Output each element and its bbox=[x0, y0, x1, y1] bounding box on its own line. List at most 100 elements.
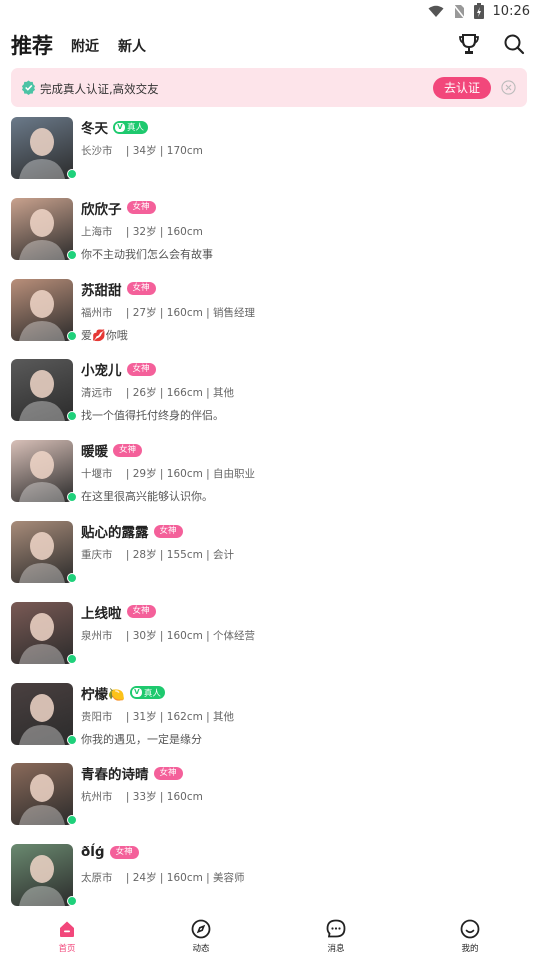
user-bio: 找一个值得托付终身的伴侣。 bbox=[81, 409, 224, 423]
user-avatar[interactable] bbox=[11, 844, 73, 907]
home-icon bbox=[60, 921, 74, 937]
user-avatar[interactable] bbox=[11, 682, 73, 745]
user-info: 太原市 | 24岁 | 160cm | 美容师 bbox=[81, 872, 245, 885]
user-bio: 在这里很高兴能够认识你。 bbox=[81, 490, 213, 504]
verified-v-icon: V bbox=[115, 122, 125, 132]
user-row[interactable]: 苏甜甜 女神福州市 | 27岁 | 160cm | 销售经理 爱💋你哦 bbox=[0, 278, 538, 358]
user-avatar[interactable] bbox=[11, 601, 73, 664]
user-row[interactable]: 上线啦 女神泉州市 | 30岁 | 160cm | 个体经营 bbox=[0, 601, 538, 681]
name-line: 柠檬🍋 V 真人 bbox=[81, 683, 165, 703]
user-avatar[interactable] bbox=[11, 521, 73, 583]
user-info: 长沙市 | 34岁 | 170cm bbox=[81, 145, 203, 157]
user-bio: 你我的遇见，一定是缘分 bbox=[81, 732, 202, 746]
user-avatar[interactable] bbox=[11, 197, 73, 260]
name-line: 冬天 V 真人 bbox=[81, 117, 149, 137]
goddess-badge: 女神 bbox=[126, 362, 156, 376]
real-badge-label: 真人 bbox=[143, 688, 161, 699]
user-name: 青春的诗晴 bbox=[81, 767, 149, 784]
user-avatar[interactable] bbox=[11, 763, 73, 826]
verified-v-icon: V bbox=[131, 688, 142, 698]
user-avatar[interactable] bbox=[11, 117, 73, 179]
user-avatar[interactable] bbox=[11, 278, 73, 341]
goddess-badge: 女神 bbox=[153, 524, 183, 538]
user-row[interactable]: 暖暖 女神十堰市 | 29岁 | 160cm | 自由职业 在这里很高兴能够认识你。 bbox=[0, 439, 538, 519]
name-line: 贴心的露露 女神 bbox=[81, 521, 183, 541]
user-row[interactable]: 贴心的露露 女神重庆市 | 28岁 | 155cm | 会计 bbox=[0, 520, 538, 600]
name-line: 上线啦 女神 bbox=[81, 602, 156, 622]
nav-messages[interactable]: 消息 bbox=[306, 919, 366, 954]
search-icon[interactable] bbox=[502, 32, 526, 56]
online-status-dot bbox=[67, 249, 77, 260]
user-name: 冬天 bbox=[81, 121, 108, 137]
user-avatar[interactable] bbox=[11, 440, 73, 503]
user-info: 清远市 | 26岁 | 166cm | 其他 bbox=[81, 387, 235, 400]
user-name: 柠檬🍋 bbox=[81, 686, 125, 703]
user-bio: 你不主动我们怎么会有故事 bbox=[81, 247, 213, 261]
nav-home[interactable]: 首页 bbox=[37, 919, 97, 954]
online-status-dot bbox=[67, 896, 77, 907]
verified-badge-icon bbox=[21, 80, 36, 95]
user-row[interactable]: 欣欣子 女神 上海市 | 32岁 | 160cm 你不主动我们怎么会有故事 bbox=[0, 197, 538, 277]
user-avatar[interactable] bbox=[11, 359, 73, 422]
name-line: 暖暖 女神 bbox=[81, 440, 143, 461]
name-line: 青春的诗晴 女神 bbox=[81, 763, 183, 783]
goddess-badge: 女神 bbox=[126, 282, 156, 296]
user-row[interactable]: 冬天 V 真人长沙市 | 34岁 | 170cm bbox=[0, 116, 538, 196]
smiley-icon bbox=[460, 919, 480, 939]
wifi-icon bbox=[428, 5, 444, 17]
user-info: 杭州市 | 33岁 | 160cm bbox=[81, 791, 203, 804]
user-name: 贴心的露露 bbox=[81, 525, 149, 541]
tab-recommend[interactable]: 推荐 bbox=[11, 30, 53, 60]
chat-bubble-icon bbox=[326, 919, 346, 938]
status-bar: 10:26 bbox=[0, 0, 538, 24]
user-row[interactable]: 小宠儿 女神清远市 | 26岁 | 166cm | 其他 找一个值得托付终身的伴侣。 bbox=[0, 358, 538, 438]
user-info: 十堰市 | 29岁 | 160cm | 自由职业 bbox=[81, 468, 256, 481]
user-info: 泉州市 | 30岁 | 160cm | 个体经营 bbox=[81, 629, 256, 642]
online-status-dot bbox=[67, 330, 77, 341]
nav-me[interactable]: 我的 bbox=[440, 919, 500, 954]
user-info: 福州市 | 27岁 | 160cm | 销售经理 bbox=[81, 306, 256, 319]
tab-new[interactable]: 新人 bbox=[118, 36, 146, 56]
online-status-dot bbox=[67, 815, 77, 826]
bottom-nav: 首页 动态 消息 我的 bbox=[0, 912, 538, 958]
goddess-badge: 女神 bbox=[126, 201, 156, 215]
close-icon[interactable] bbox=[501, 80, 516, 95]
user-row[interactable]: 青春的诗晴 女神杭州市 | 33岁 | 160cm bbox=[0, 762, 538, 842]
user-info: 贵阳市 | 31岁 | 162cm | 其他 bbox=[81, 710, 235, 723]
goddess-badge: 女神 bbox=[153, 766, 183, 780]
nav-feed[interactable]: 动态 bbox=[171, 919, 231, 954]
tab-nearby[interactable]: 附近 bbox=[71, 36, 99, 56]
user-name: ðĺģ bbox=[81, 844, 105, 861]
status-time: 10:26 bbox=[492, 3, 530, 19]
online-status-dot bbox=[67, 734, 77, 745]
user-name: 上线啦 bbox=[81, 605, 122, 622]
user-name: 苏甜甜 bbox=[81, 282, 122, 299]
nav-me-label: 我的 bbox=[461, 944, 479, 954]
name-line: 欣欣子 女神 bbox=[81, 198, 156, 218]
verify-button[interactable]: 去认证 bbox=[433, 77, 491, 99]
user-row[interactable]: 柠檬🍋 V 真人贵阳市 | 31岁 | 162cm | 其他 你我的遇见，一定是缘分 bbox=[0, 682, 538, 762]
goddess-badge: 女神 bbox=[113, 443, 143, 457]
goddess-badge: 女神 bbox=[126, 605, 156, 619]
real-person-badge: V 真人 bbox=[113, 120, 149, 134]
nav-home-label: 首页 bbox=[58, 944, 76, 954]
online-status-dot bbox=[67, 573, 77, 583]
real-person-badge: V 真人 bbox=[129, 686, 165, 700]
banner-text: 完成真人认证,高效交友 bbox=[40, 82, 159, 96]
nav-feed-label: 动态 bbox=[192, 944, 210, 954]
name-line: ðĺģ 女神 bbox=[81, 844, 139, 860]
real-badge-label: 真人 bbox=[127, 123, 145, 133]
online-status-dot bbox=[67, 169, 77, 179]
goddess-badge: 女神 bbox=[109, 845, 139, 859]
user-info: 重庆市 | 28岁 | 155cm | 会计 bbox=[81, 549, 235, 561]
user-bio: 爱💋你哦 bbox=[81, 328, 128, 342]
nav-messages-label: 消息 bbox=[327, 944, 345, 954]
battery-icon bbox=[473, 3, 484, 19]
verify-banner: 完成真人认证,高效交友 去认证 bbox=[11, 68, 527, 107]
name-line: 小宠儿 女神 bbox=[81, 359, 156, 379]
trophy-icon[interactable] bbox=[457, 32, 481, 56]
user-name: 欣欣子 bbox=[81, 201, 122, 218]
user-name: 暖暖 bbox=[81, 444, 108, 461]
top-header: 推荐 附近 新人 bbox=[0, 28, 538, 62]
name-line: 苏甜甜 女神 bbox=[81, 279, 156, 299]
